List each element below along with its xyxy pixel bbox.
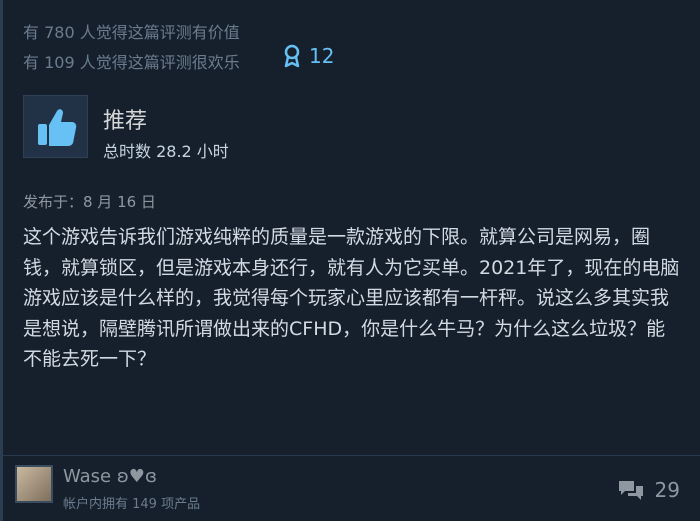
thumbs-up-icon [37,108,76,146]
award-ribbon-icon [284,44,300,68]
author-products: 帐户内拥有 149 项产品 [63,497,201,512]
award-count: 12 [309,44,335,68]
review-card: 有 780 人觉得这篇评测有价值 有 109 人觉得这篇评测很欢乐 12 推荐 … [0,0,700,521]
avatar[interactable] [15,465,53,503]
funny-line: 有 109 人觉得这篇评测很欢乐 [23,53,240,72]
playtime: 总时数 28.2 小时 [103,142,229,161]
divider [3,455,700,456]
helpful-line: 有 780 人觉得这篇评测有价值 [23,23,240,42]
review-text: 这个游戏告诉我们游戏纯粹的质量是一款游戏的下限。就算公司是网易，圈钱，就算锁区，… [23,226,680,370]
helpful-counts: 有 780 人觉得这篇评测有价值 有 109 人觉得这篇评测很欢乐 [23,18,240,78]
posted-date: 发布于：8 月 16 日 [23,193,156,211]
author-name[interactable]: Wase ʚ♥ɞ [63,466,157,487]
comment-bubbles-icon [618,481,643,500]
recommendation-title[interactable]: 推荐 [103,103,147,135]
comment-count: 29 [654,478,680,502]
comments-link[interactable]: 29 [617,478,680,502]
recommendation-thumb [23,95,88,158]
award-badge[interactable]: 12 [283,44,334,68]
